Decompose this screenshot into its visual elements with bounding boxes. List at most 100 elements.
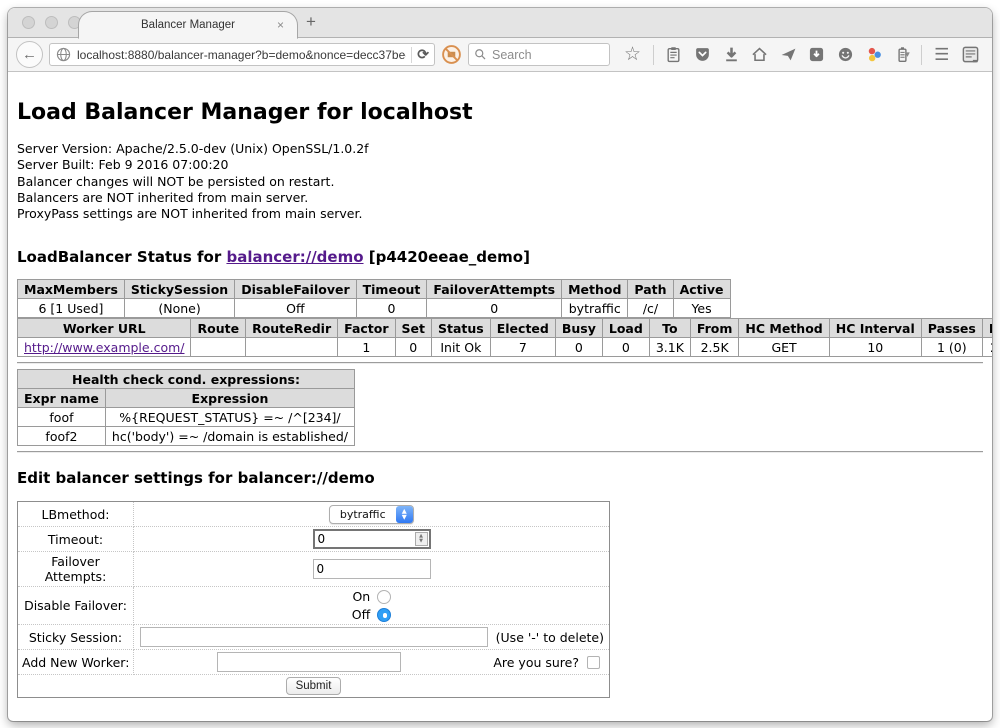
column-header: Set: [395, 319, 431, 338]
cell: GET: [739, 338, 829, 357]
column-header: HC Method: [739, 319, 829, 338]
reading-list-icon[interactable]: [665, 46, 682, 63]
column-header: HC Interval: [829, 319, 921, 338]
minimize-window-button[interactable]: [45, 16, 58, 29]
edit-settings-heading: Edit balancer settings for balancer://de…: [17, 469, 983, 487]
health-table-title: Health check cond. expressions:: [18, 370, 355, 389]
failover-attempts-input[interactable]: 0: [313, 559, 431, 579]
radio-off-label: Off: [352, 607, 370, 622]
send-plane-icon[interactable]: [780, 46, 797, 63]
chevron-down-icon[interactable]: ▾: [905, 49, 910, 60]
pocket-icon[interactable]: [694, 46, 711, 63]
menu-hamburger-icon[interactable]: ☰: [934, 46, 949, 63]
failover-off-radio[interactable]: [377, 608, 391, 622]
failover-attempts-value: 0: [317, 562, 325, 576]
worker-url-link[interactable]: http://www.example.com/: [24, 340, 184, 355]
url-bar[interactable]: localhost:8880/balancer-manager?b=demo&n…: [49, 43, 435, 66]
column-header: DisableFailover: [235, 280, 356, 299]
table-header-row: Expr nameExpression: [18, 389, 355, 408]
table-row: foof %{REQUEST_STATUS} =~ /^[234]/: [18, 408, 355, 427]
page-content: Load Balancer Manager for localhost Serv…: [8, 100, 992, 698]
add-worker-label: Add New Worker:: [18, 650, 134, 675]
status-prefix: LoadBalancer Status for: [17, 248, 226, 266]
browser-window: Balancer Manager × + ← localhost:8880/ba…: [8, 8, 992, 721]
cell: 2 (0): [982, 338, 992, 357]
expr-name-cell: foof2: [18, 427, 106, 446]
disable-failover-cell: On Off: [134, 587, 610, 625]
timeout-label: Timeout:: [18, 527, 134, 552]
timeout-cell: 0 ▲▼: [134, 527, 610, 552]
expr-cell: %{REQUEST_STATUS} =~ /^[234]/: [105, 408, 354, 427]
server-info-line: Server Built: Feb 9 2016 07:00:20: [17, 157, 983, 173]
search-placeholder: Search: [492, 48, 532, 62]
cell: 0: [395, 338, 431, 357]
add-worker-input[interactable]: [217, 652, 401, 672]
sticky-session-note: (Use '-' to delete): [496, 630, 604, 645]
cell: (None): [124, 299, 234, 318]
downloads-icon[interactable]: [723, 46, 740, 63]
column-header: Route: [191, 319, 246, 338]
back-button[interactable]: ←: [16, 41, 43, 68]
tab-title: Balancer Manager: [141, 19, 235, 31]
tab-balancer-manager[interactable]: Balancer Manager ×: [78, 11, 298, 39]
cell: 0: [555, 338, 602, 357]
server-info-line: Balancers are NOT inherited from main se…: [17, 190, 983, 206]
status-suffix: [p4420eeae_demo]: [364, 248, 530, 266]
balancer-settings-form: LBmethod: bytraffic ▲▼ Timeout: 0 ▲▼: [17, 501, 610, 698]
table-row: http://www.example.com/ 10Init Ok7003.1K…: [18, 338, 993, 357]
column-header: Busy: [555, 319, 602, 338]
worker-url-cell: http://www.example.com/: [18, 338, 191, 357]
column-header: StickySession: [124, 280, 234, 299]
worker-table: Worker URLRouteRouteRedirFactorSetStatus…: [17, 318, 992, 357]
submit-button[interactable]: Submit: [286, 677, 342, 695]
form-row-failover-attempts: Failover Attempts: 0: [18, 552, 610, 587]
number-spinner-icon[interactable]: ▲▼: [415, 532, 428, 546]
close-window-button[interactable]: [22, 16, 35, 29]
table-row: 6 [1 Used](None)Off00bytraffic/c/Yes: [18, 299, 731, 318]
globe-icon: [55, 46, 72, 63]
cell: Off: [235, 299, 356, 318]
sticky-session-input[interactable]: [140, 627, 488, 647]
timeout-input[interactable]: 0 ▲▼: [313, 529, 431, 549]
form-row-timeout: Timeout: 0 ▲▼: [18, 527, 610, 552]
content-blocker-icon[interactable]: [441, 44, 462, 65]
new-tab-button[interactable]: +: [306, 12, 316, 32]
column-header: Passes: [921, 319, 982, 338]
tab-close-icon[interactable]: ×: [277, 18, 284, 32]
select-stepper-icon: ▲▼: [396, 506, 413, 523]
battery-widget[interactable]: ▾: [894, 46, 910, 63]
feedback-smiley-icon[interactable]: [837, 46, 854, 63]
colors-extension-icon[interactable]: [866, 46, 883, 63]
cell: 10: [829, 338, 921, 357]
column-header: Expr name: [18, 389, 106, 408]
url-text[interactable]: localhost:8880/balancer-manager?b=demo&n…: [77, 48, 406, 62]
reload-icon[interactable]: ⟳: [417, 46, 429, 63]
failover-on-radio[interactable]: [377, 590, 391, 604]
table-header-row: Worker URLRouteRouteRedirFactorSetStatus…: [18, 319, 993, 338]
confirm-label: Are you sure?: [493, 655, 579, 670]
lbmethod-selected-value: bytraffic: [330, 508, 396, 521]
health-check-table: Health check cond. expressions: Expr nam…: [17, 369, 355, 446]
radio-on-label: On: [352, 589, 370, 604]
balancer-params-table: MaxMembersStickySessionDisableFailoverTi…: [17, 279, 731, 318]
cell: 6 [1 Used]: [18, 299, 125, 318]
search-icon: [474, 48, 487, 61]
confirm-checkbox[interactable]: [587, 656, 600, 669]
screenshot-grid-icon[interactable]: [961, 45, 980, 64]
cell: [191, 338, 246, 357]
bookmark-star-icon[interactable]: ☆: [624, 46, 641, 63]
server-info-line: Balancer changes will NOT be persisted o…: [17, 174, 983, 190]
window-controls[interactable]: [22, 16, 81, 29]
home-icon[interactable]: [751, 46, 768, 63]
server-info-line: ProxyPass settings are NOT inherited fro…: [17, 206, 983, 222]
search-bar[interactable]: Search: [468, 43, 610, 66]
balancer-demo-link[interactable]: balancer://demo: [226, 248, 363, 266]
column-header: Fails: [982, 319, 992, 338]
loadbalancer-status-heading: LoadBalancer Status for balancer://demo …: [17, 248, 983, 266]
page-title: Load Balancer Manager for localhost: [17, 100, 983, 125]
timeout-value: 0: [318, 532, 326, 546]
lbmethod-select[interactable]: bytraffic ▲▼: [329, 505, 415, 524]
table-title-row: Health check cond. expressions:: [18, 370, 355, 389]
column-header: Method: [562, 280, 628, 299]
extension-download-icon[interactable]: [808, 46, 825, 63]
